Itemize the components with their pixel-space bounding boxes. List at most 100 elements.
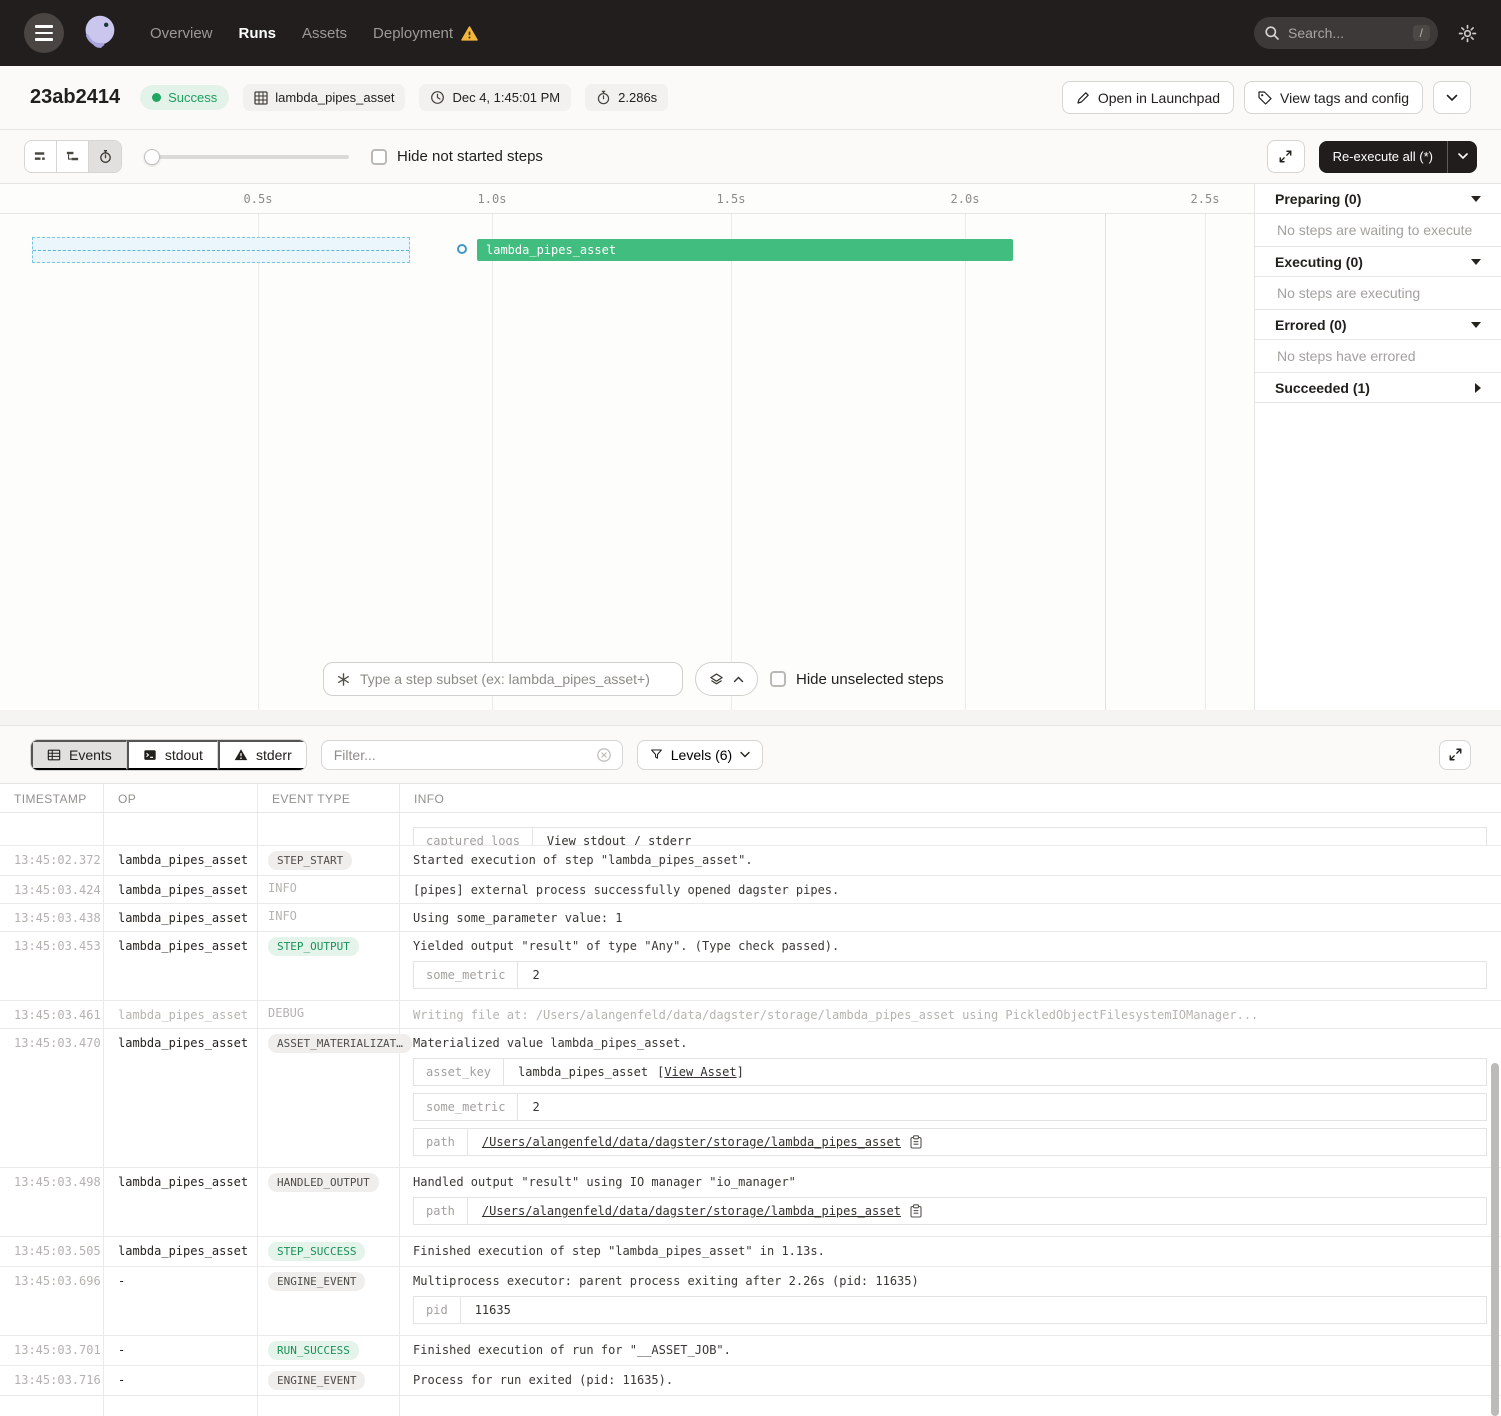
event-timestamp: 13:45:03.461 bbox=[0, 1001, 104, 1028]
hide-not-started-checkbox[interactable] bbox=[371, 149, 387, 165]
metadata-text: 11635 bbox=[475, 1303, 511, 1317]
event-type-cell: RUN_SUCCESS bbox=[258, 1336, 400, 1365]
pencil-icon bbox=[1076, 91, 1090, 105]
clipboard-copy-icon[interactable] bbox=[910, 1204, 922, 1218]
empty-filler-row bbox=[0, 1396, 1501, 1416]
gantt-step-bar[interactable]: lambda_pipes_asset bbox=[477, 239, 1013, 261]
metadata-link[interactable]: View stdout / stderr bbox=[547, 834, 692, 846]
metadata-value: 2 bbox=[518, 962, 553, 988]
event-type-pill: HANDLED_OUTPUT bbox=[268, 1173, 379, 1192]
hide-not-started-checkbox-row[interactable]: Hide not started steps bbox=[371, 148, 543, 165]
metadata-entry: asset_keylambda_pipes_asset[View Asset] bbox=[413, 1058, 1487, 1086]
run-end-gridline bbox=[1105, 214, 1106, 710]
empty-cell bbox=[104, 1396, 258, 1416]
step-subset-input[interactable]: Type a step subset (ex: lambda_pipes_ass… bbox=[323, 662, 683, 696]
empty-cell bbox=[400, 1396, 1501, 1416]
event-info-text: Yielded output "result" of type "Any". (… bbox=[413, 939, 1487, 954]
axis-tick: 0.5s bbox=[244, 192, 273, 206]
funnel-icon bbox=[650, 748, 663, 761]
column-header-info: INFO bbox=[400, 784, 1501, 812]
sidebar-section-succeeded[interactable]: Succeeded (1) bbox=[1255, 373, 1501, 403]
event-timestamp: 13:45:03.470 bbox=[0, 1029, 104, 1167]
timed-view-button[interactable] bbox=[89, 141, 121, 172]
event-info-text: Materialized value lambda_pipes_asset. bbox=[413, 1036, 1487, 1051]
waterfall-view-icon bbox=[65, 149, 80, 164]
clear-circle-icon[interactable] bbox=[596, 747, 612, 763]
clipboard-copy-icon bbox=[910, 1135, 922, 1149]
event-type-cell: HANDLED_OUTPUT bbox=[258, 1168, 400, 1236]
start-time-tag: Dec 4, 1:45:01 PM bbox=[419, 84, 571, 111]
metadata-entry: path/Users/alangenfeld/data/dagster/stor… bbox=[413, 1128, 1487, 1156]
hamburger-menu-button[interactable] bbox=[24, 13, 64, 53]
metadata-value: View stdout / stderr bbox=[533, 828, 706, 846]
search-placeholder: Search... bbox=[1288, 25, 1405, 41]
event-type-pill: ASSET_MATERIALIZAT… bbox=[268, 1034, 412, 1053]
nav-item-assets[interactable]: Assets bbox=[302, 25, 347, 42]
nav-item-deployment[interactable]: Deployment bbox=[373, 25, 478, 42]
open-in-launchpad-button[interactable]: Open in Launchpad bbox=[1062, 81, 1234, 114]
clipboard-copy-icon[interactable] bbox=[910, 1135, 922, 1149]
waterfall-view-button[interactable] bbox=[57, 141, 89, 172]
zoom-slider[interactable] bbox=[144, 149, 349, 165]
event-row: 13:45:03.461lambda_pipes_assetDEBUGWriti… bbox=[0, 1001, 1501, 1029]
zoom-slider-knob[interactable] bbox=[144, 149, 160, 165]
view-asset-link[interactable]: View Asset bbox=[664, 1065, 736, 1079]
gridline bbox=[1205, 214, 1206, 710]
sidebar-section-errored[interactable]: Errored (0) bbox=[1255, 310, 1501, 340]
chevron-down-icon bbox=[1446, 94, 1458, 102]
vertical-scrollbar[interactable] bbox=[1491, 1063, 1499, 1416]
chevron-up-icon bbox=[733, 676, 744, 683]
run-status-badge: Success bbox=[140, 85, 229, 110]
event-type-cell bbox=[258, 813, 400, 845]
timed-view-icon bbox=[98, 149, 113, 164]
hide-unselected-checkbox[interactable] bbox=[770, 671, 786, 687]
graph-options-button[interactable] bbox=[695, 662, 758, 696]
metadata-link[interactable]: /Users/alangenfeld/data/dagster/storage/… bbox=[482, 1204, 901, 1218]
event-timestamp: 13:45:03.424 bbox=[0, 876, 104, 903]
sidebar-section-preparing[interactable]: Preparing (0) bbox=[1255, 184, 1501, 214]
gantt-chart: 0.5s1.0s1.5s2.0s2.5s lambda_pipes_asset … bbox=[0, 184, 1255, 710]
panel-resize-handle[interactable] bbox=[0, 710, 1501, 726]
hide-unselected-checkbox-row[interactable]: Hide unselected steps bbox=[770, 671, 944, 688]
reexecute-all-button[interactable]: Re-execute all (*) bbox=[1319, 141, 1477, 173]
event-type-label: INFO bbox=[268, 879, 297, 895]
settings-gear-icon[interactable] bbox=[1458, 24, 1477, 43]
event-row: 13:45:03.505lambda_pipes_assetSTEP_SUCCE… bbox=[0, 1237, 1501, 1267]
reexecute-dropdown-button[interactable] bbox=[1447, 141, 1477, 173]
step-subset-icon bbox=[336, 672, 351, 687]
levels-filter-button[interactable]: Levels (6) bbox=[637, 740, 763, 770]
events-expand-button[interactable] bbox=[1439, 740, 1471, 770]
gridline bbox=[258, 214, 259, 710]
dagster-logo[interactable] bbox=[76, 10, 122, 56]
empty-cell bbox=[258, 1396, 400, 1416]
event-op bbox=[104, 813, 258, 845]
chevron-down-icon bbox=[1458, 153, 1468, 160]
gridline bbox=[965, 214, 966, 710]
flat-view-button[interactable] bbox=[25, 141, 57, 172]
job-tag[interactable]: lambda_pipes_asset bbox=[243, 84, 405, 111]
run-actions-dropdown-button[interactable] bbox=[1433, 81, 1471, 114]
event-info-cell: Yielded output "result" of type "Any". (… bbox=[400, 932, 1501, 1000]
event-type-cell: INFO bbox=[258, 904, 400, 931]
log-filter-input[interactable]: Filter... bbox=[321, 740, 623, 770]
sidebar-empty-executing: No steps are executing bbox=[1255, 277, 1501, 310]
event-info-cell: Finished execution of step "lambda_pipes… bbox=[400, 1237, 1501, 1266]
metadata-link[interactable]: /Users/alangenfeld/data/dagster/storage/… bbox=[482, 1135, 901, 1149]
tab-events[interactable]: Events bbox=[31, 740, 127, 770]
metadata-value: 2 bbox=[518, 1094, 553, 1120]
sidebar-section-executing[interactable]: Executing (0) bbox=[1255, 247, 1501, 277]
tab-stderr[interactable]: stderr bbox=[218, 740, 306, 770]
tab-stdout[interactable]: stdout bbox=[127, 740, 218, 770]
event-info-cell: Handled output "result" using IO manager… bbox=[400, 1168, 1501, 1236]
metadata-key: captured_logs bbox=[414, 828, 533, 846]
nav-item-runs[interactable]: Runs bbox=[239, 25, 277, 42]
view-tags-config-button[interactable]: View tags and config bbox=[1244, 81, 1423, 114]
gantt-expand-button[interactable] bbox=[1267, 140, 1305, 173]
nav-item-overview[interactable]: Overview bbox=[150, 25, 213, 42]
metadata-value: /Users/alangenfeld/data/dagster/storage/… bbox=[468, 1198, 936, 1224]
empty-cell bbox=[0, 1396, 104, 1416]
event-type-pill: ENGINE_EVENT bbox=[268, 1272, 365, 1291]
search-input[interactable]: Search... / bbox=[1254, 17, 1438, 49]
event-op: lambda_pipes_asset bbox=[104, 846, 258, 875]
event-op: lambda_pipes_asset bbox=[104, 1168, 258, 1236]
